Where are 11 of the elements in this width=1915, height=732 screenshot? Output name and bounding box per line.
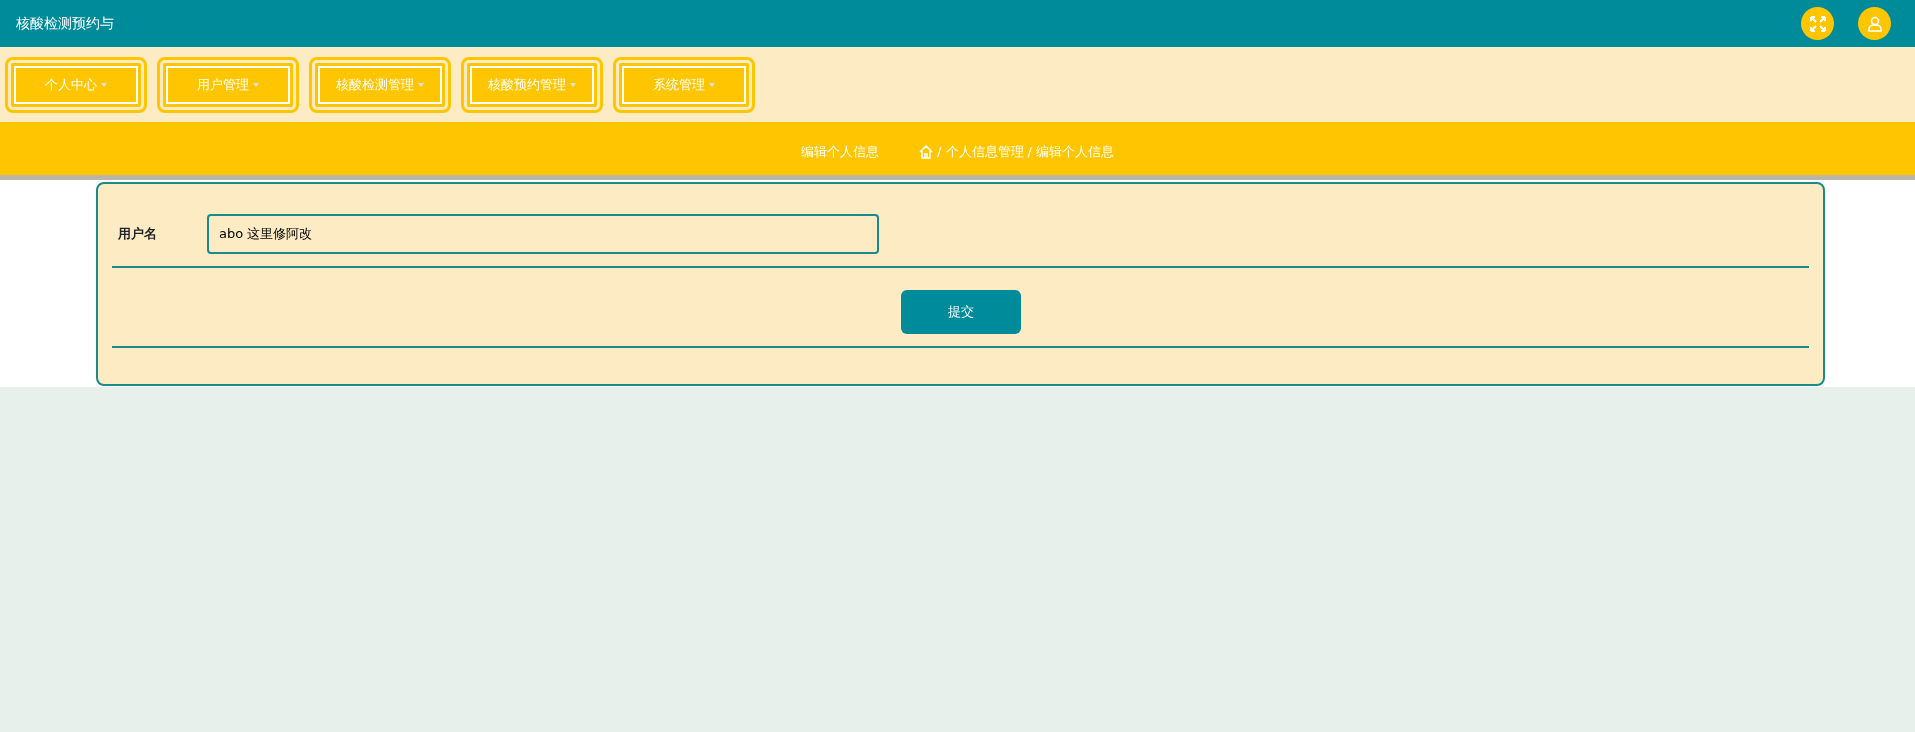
fullscreen-icon[interactable] [1801,7,1834,40]
submit-button[interactable]: 提交 [900,290,1021,334]
user-icon[interactable] [1858,7,1891,40]
field-label: 用户名 [117,225,158,244]
app-title: 核酸检测预约与 [16,14,114,33]
breadcrumb-separator: / [1027,142,1032,161]
page-heading: 编辑个人信息 [801,142,880,161]
username-field[interactable]: abo 这里修阿改 [207,214,879,254]
breadcrumb-item[interactable]: 个人信息管理 [945,141,1024,162]
breadcrumb-item: 编辑个人信息 [1035,142,1114,161]
breadcrumb-separator: / [937,142,942,161]
